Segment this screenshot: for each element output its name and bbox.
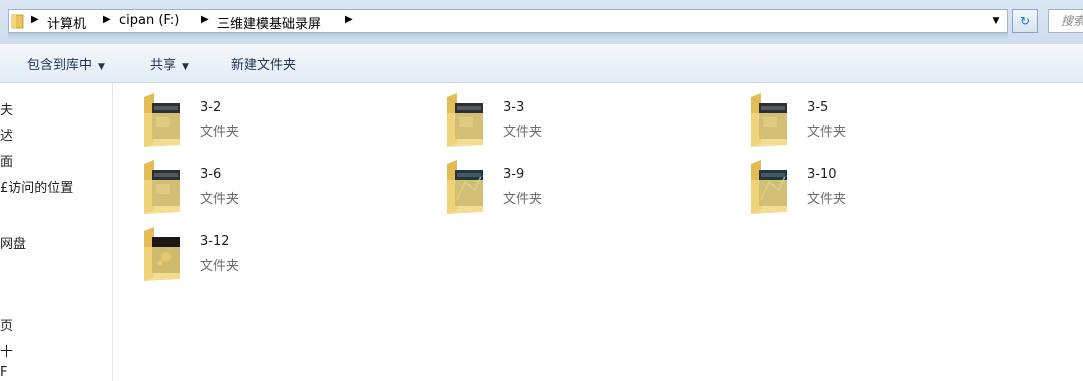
refresh-icon: ↻ bbox=[1019, 14, 1031, 28]
folder-name: 3-12 bbox=[200, 234, 230, 249]
breadcrumb-current-folder[interactable]: 三维建模基础录屏 bbox=[217, 13, 321, 32]
folder-item[interactable]: 3-3 文件夹 bbox=[445, 93, 745, 153]
folder-item[interactable]: 3-5 文件夹 bbox=[749, 93, 1049, 153]
nav-item[interactable]: 面 bbox=[0, 151, 13, 170]
folder-icon bbox=[447, 93, 483, 147]
folder-icon bbox=[11, 14, 24, 29]
folder-type: 文件夹 bbox=[807, 192, 847, 207]
nav-item[interactable]: 十 bbox=[0, 341, 13, 360]
caret-down-icon: ▼ bbox=[182, 62, 189, 72]
folder-item[interactable]: 3-2 文件夹 bbox=[142, 93, 442, 153]
nav-item-netdisk[interactable]: 网盘 bbox=[0, 233, 26, 252]
folder-icon bbox=[751, 93, 787, 147]
navigation-pane: 夫 迖 面 £访问的位置 网盘 页 十 F bbox=[0, 83, 113, 381]
folder-item[interactable]: 3-10 文件夹 bbox=[749, 160, 1049, 220]
folder-icon bbox=[144, 227, 180, 281]
folder-type: 文件夹 bbox=[200, 192, 240, 207]
folder-icon bbox=[144, 160, 180, 214]
folder-type: 文件夹 bbox=[200, 125, 240, 140]
share-button[interactable]: 共享 ▼ bbox=[150, 54, 189, 73]
folder-type: 文件夹 bbox=[503, 125, 543, 140]
folder-type: 文件夹 bbox=[200, 259, 240, 274]
chevron-right-icon[interactable]: ▶ bbox=[103, 14, 111, 25]
nav-item[interactable]: 夫 bbox=[0, 99, 13, 118]
folder-icon bbox=[751, 160, 787, 214]
folder-name: 3-9 bbox=[503, 167, 525, 182]
nav-item[interactable]: 页 bbox=[0, 315, 13, 334]
search-input[interactable]: 搜索 bbox=[1048, 9, 1083, 33]
address-bar[interactable]: ▶ 计算机 ▶ cipan (F:) ▶ 三维建模基础录屏 ▶ bbox=[8, 9, 1008, 33]
breadcrumb-computer[interactable]: 计算机 bbox=[47, 13, 86, 32]
breadcrumb-drive[interactable]: cipan (F:) bbox=[119, 13, 179, 28]
nav-item[interactable]: 迖 bbox=[0, 125, 13, 144]
chevron-right-icon[interactable]: ▶ bbox=[201, 14, 209, 25]
folder-name: 3-2 bbox=[200, 100, 222, 115]
folder-type: 文件夹 bbox=[807, 125, 847, 140]
folder-name: 3-6 bbox=[200, 167, 222, 182]
command-toolbar: 包含到库中 ▼ 共享 ▼ 新建文件夹 bbox=[0, 44, 1083, 83]
folder-name: 3-10 bbox=[807, 167, 837, 182]
folder-item[interactable]: 3-12 文件夹 bbox=[142, 227, 442, 287]
chevron-right-icon[interactable]: ▶ bbox=[31, 14, 39, 25]
chevron-right-icon[interactable]: ▶ bbox=[345, 14, 353, 25]
folder-item[interactable]: 3-9 文件夹 bbox=[445, 160, 745, 220]
refresh-button[interactable]: ↻ bbox=[1012, 9, 1038, 33]
caret-down-icon: ▼ bbox=[98, 62, 105, 72]
nav-item-recent-places[interactable]: £访问的位置 bbox=[0, 177, 73, 196]
folder-item[interactable]: 3-6 文件夹 bbox=[142, 160, 442, 220]
new-folder-button[interactable]: 新建文件夹 bbox=[231, 54, 296, 73]
include-in-library-button[interactable]: 包含到库中 ▼ bbox=[27, 54, 105, 73]
folder-icon bbox=[144, 93, 180, 147]
address-bar-shadow bbox=[8, 33, 1008, 39]
address-history-dropdown[interactable]: ▼ bbox=[986, 9, 1006, 33]
folder-name: 3-5 bbox=[807, 100, 829, 115]
folder-type: 文件夹 bbox=[503, 192, 543, 207]
folder-icon bbox=[447, 160, 483, 214]
folder-name: 3-3 bbox=[503, 100, 525, 115]
address-bar-region: ▶ 计算机 ▶ cipan (F:) ▶ 三维建模基础录屏 ▶ ▼ ↻ 搜索 bbox=[0, 0, 1083, 44]
nav-item[interactable]: F bbox=[0, 365, 7, 380]
